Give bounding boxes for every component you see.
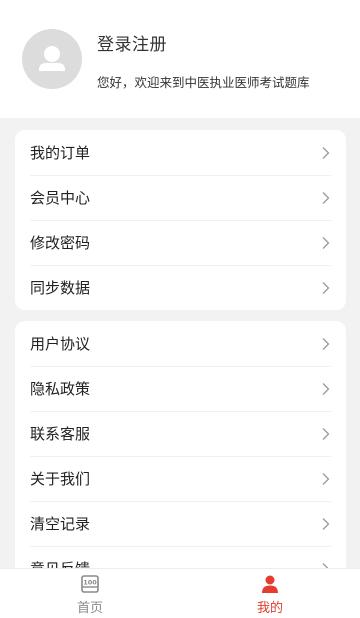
chevron-right-icon bbox=[322, 281, 330, 294]
person-icon bbox=[262, 575, 278, 593]
menu-item-contact-support[interactable]: 联系客服 bbox=[15, 411, 346, 456]
tab-home-label: 首页 bbox=[76, 601, 103, 616]
menu-item-member-center[interactable]: 会员中心 bbox=[15, 175, 346, 220]
menu-item-user-agreement[interactable]: 用户协议 bbox=[15, 321, 346, 366]
menu-item-about-us[interactable]: 关于我们 bbox=[15, 456, 346, 501]
menu-item-privacy-policy[interactable]: 隐私政策 bbox=[15, 366, 346, 411]
menu-card-account: 我的订单 会员中心 修改密码 同步数据 bbox=[15, 130, 346, 310]
menu-item-label: 关于我们 bbox=[30, 470, 91, 488]
menu-item-label: 修改密码 bbox=[30, 234, 91, 252]
bottom-tab-bar: 100 首页 我的 bbox=[0, 568, 360, 618]
login-register-link[interactable]: 登录注册 bbox=[97, 30, 167, 55]
menu-item-label: 隐私政策 bbox=[30, 380, 91, 398]
chevron-right-icon bbox=[322, 517, 330, 530]
chevron-right-icon bbox=[322, 427, 330, 440]
profile-header[interactable]: 登录注册 您好，欢迎来到中医执业医师考试题库 bbox=[0, 0, 360, 118]
tab-mine[interactable]: 我的 bbox=[180, 569, 360, 618]
home-book-icon: 100 bbox=[81, 575, 99, 593]
menu-item-sync-data[interactable]: 同步数据 bbox=[15, 265, 346, 310]
menu-item-clear-records[interactable]: 清空记录 bbox=[15, 501, 346, 546]
user-avatar-icon[interactable] bbox=[22, 29, 82, 89]
chevron-right-icon bbox=[322, 382, 330, 395]
chevron-right-icon bbox=[322, 472, 330, 485]
menu-item-change-password[interactable]: 修改密码 bbox=[15, 220, 346, 265]
menu-item-my-orders[interactable]: 我的订单 bbox=[15, 130, 346, 175]
menu-item-label: 我的订单 bbox=[30, 144, 91, 162]
menu-item-label: 同步数据 bbox=[30, 279, 91, 297]
menu-item-label: 用户协议 bbox=[30, 335, 91, 353]
menu-card-info: 用户协议 隐私政策 联系客服 关于我们 清空记录 意见反馈 bbox=[15, 321, 346, 581]
menu-item-label: 清空记录 bbox=[30, 515, 91, 533]
chevron-right-icon bbox=[322, 337, 330, 350]
menu-item-label: 会员中心 bbox=[30, 189, 91, 207]
tab-home[interactable]: 100 首页 bbox=[0, 569, 180, 618]
chevron-right-icon bbox=[322, 236, 330, 249]
svg-text:100: 100 bbox=[83, 579, 97, 587]
tab-mine-label: 我的 bbox=[256, 601, 283, 616]
welcome-text: 您好，欢迎来到中医执业医师考试题库 bbox=[97, 75, 310, 90]
mine-screen: 登录注册 您好，欢迎来到中医执业医师考试题库 我的订单 会员中心 修改密码 同步… bbox=[0, 0, 360, 618]
chevron-right-icon bbox=[322, 146, 330, 159]
menu-item-label: 联系客服 bbox=[30, 425, 91, 443]
chevron-right-icon bbox=[322, 191, 330, 204]
